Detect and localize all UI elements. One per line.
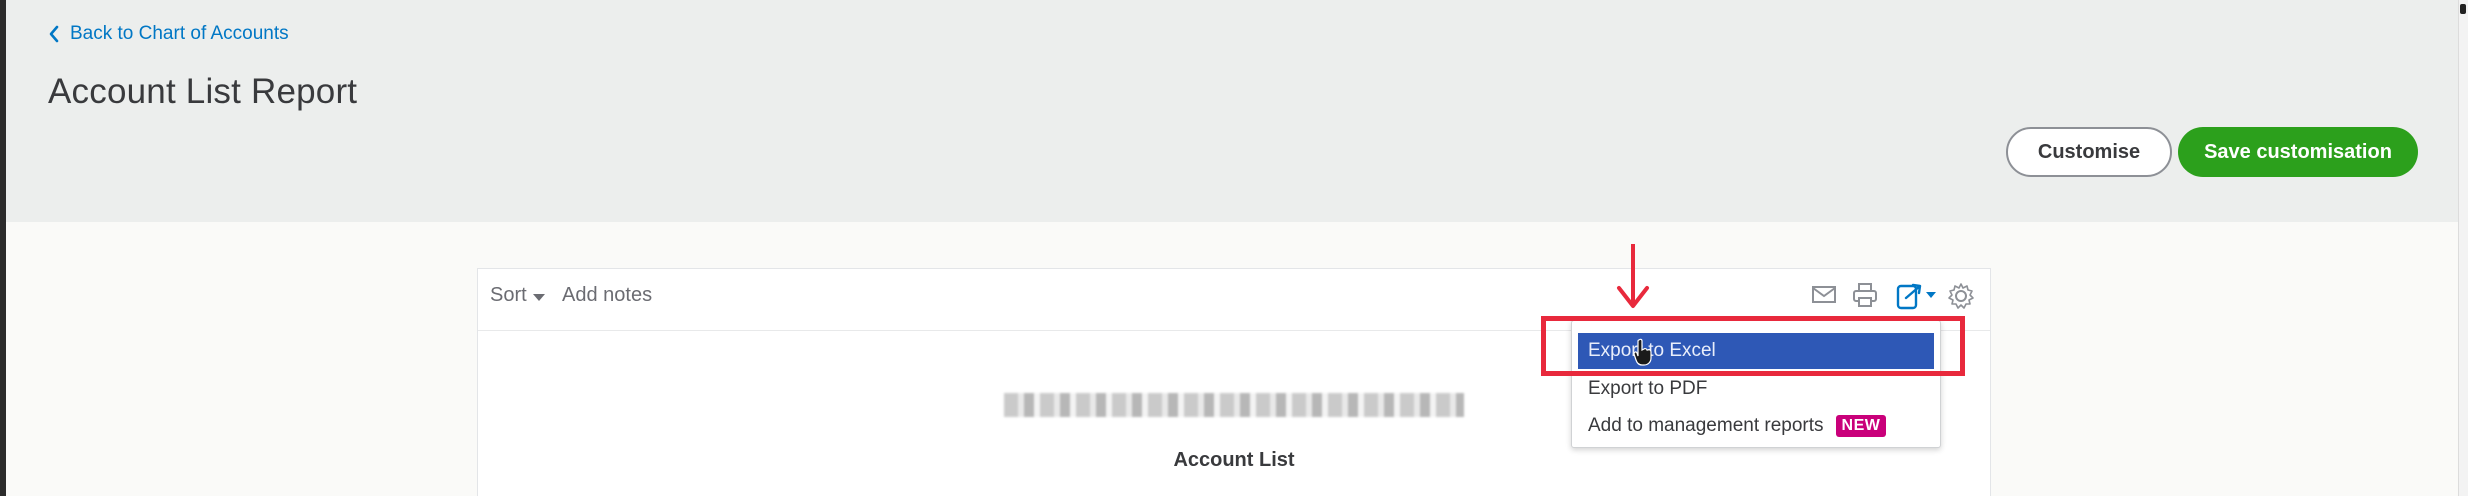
report-name: Account List <box>1173 449 1295 471</box>
export-to-excel-label: Export to Excel <box>1588 340 1716 361</box>
export-icon[interactable] <box>1895 281 1939 311</box>
page-title: Account List Report <box>48 72 358 111</box>
sort-dropdown[interactable]: Sort <box>490 284 545 307</box>
caret-down-icon <box>532 293 545 301</box>
app-window: Back to Chart of Accounts Account List R… <box>0 0 2468 496</box>
new-badge: NEW <box>1835 415 1887 437</box>
company-name-blurred <box>1004 393 1464 417</box>
add-to-management-reports-label: Add to management reports <box>1588 415 1824 436</box>
customise-button[interactable]: Customise <box>2006 127 2172 177</box>
export-to-excel-item[interactable]: Export to Excel <box>1578 333 1934 369</box>
page-header: Back to Chart of Accounts Account List R… <box>6 0 2458 222</box>
back-to-chart-of-accounts-link[interactable]: Back to Chart of Accounts <box>48 22 289 46</box>
chevron-left-icon <box>49 25 59 43</box>
back-link-label: Back to Chart of Accounts <box>70 23 289 44</box>
export-to-pdf-item[interactable]: Export to PDF <box>1578 371 1934 407</box>
print-icon[interactable] <box>1851 281 1879 309</box>
export-to-pdf-label: Export to PDF <box>1588 378 1708 399</box>
gear-icon[interactable] <box>1946 281 1976 311</box>
save-customisation-button[interactable]: Save customisation <box>2178 127 2418 177</box>
mail-icon[interactable] <box>1811 281 1837 307</box>
add-notes-link[interactable]: Add notes <box>562 284 652 307</box>
sort-label: Sort <box>490 284 527 306</box>
vertical-scrollbar[interactable] <box>2458 0 2468 496</box>
scrollbar-thumb[interactable] <box>2460 4 2466 14</box>
export-menu: Export to Excel Export to PDF Add to man… <box>1571 320 1941 448</box>
add-to-management-reports-item[interactable]: Add to management reports NEW <box>1578 408 1934 444</box>
